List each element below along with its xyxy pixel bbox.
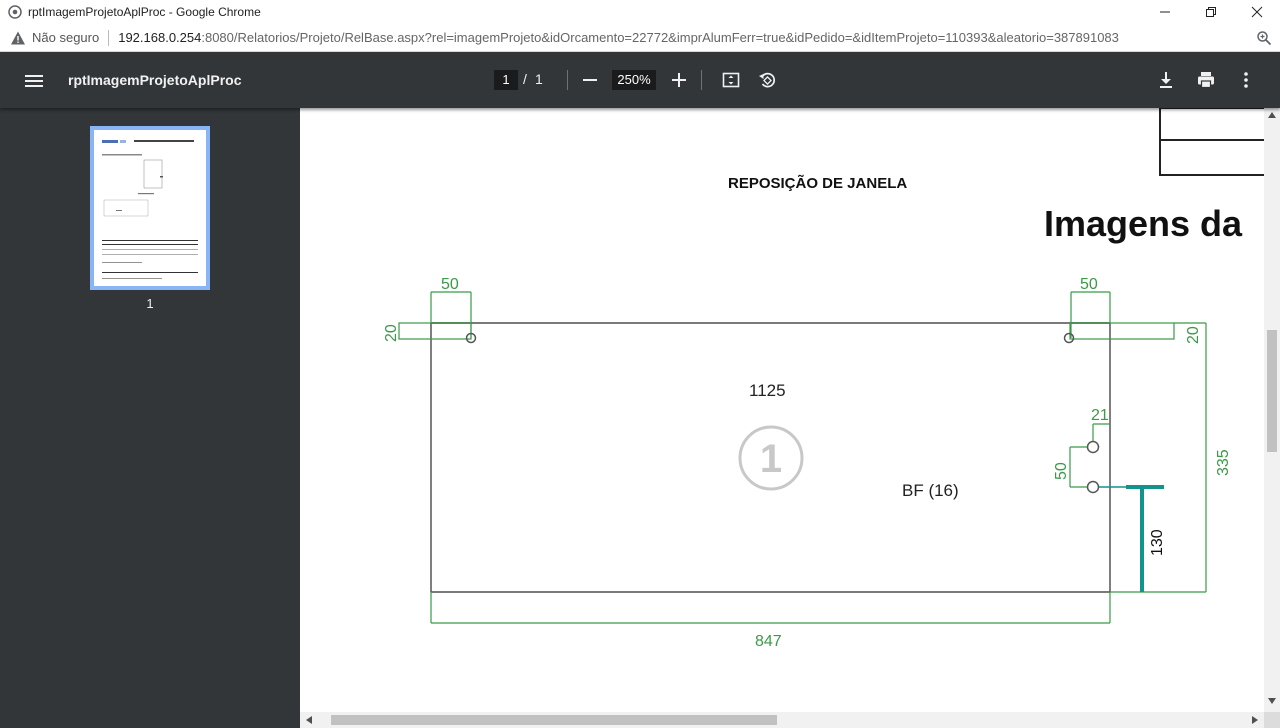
url-path: :8080/Relatorios/Projeto/RelBase.aspx?re… [201,30,1119,45]
chrome-favicon-icon [8,5,22,19]
header-box [1159,108,1264,176]
hole-right-upper [1086,440,1100,454]
document-title: rptImagemProjetoAplProc [68,72,242,88]
technical-drawing: REPOSIÇÃO DE JANELA Imagens da 50 20 50 … [383,108,1264,650]
images-heading: Imagens da [1044,203,1243,244]
toolbar-divider [567,70,568,90]
dim-right-20: 20 [1185,326,1202,344]
dim-130: 130 [1149,529,1166,556]
thumbnail-page-number: 1 [146,296,154,311]
restore-button[interactable] [1188,0,1234,24]
restore-icon [1206,7,1216,17]
window-controls [1142,0,1280,24]
pdf-page: REPOSIÇÃO DE JANELA Imagens da 50 20 50 … [300,108,1264,712]
hole-top-right [1063,332,1075,344]
dim-335: 335 [1215,449,1232,476]
zoom-in-icon[interactable] [669,70,689,90]
page-number-input[interactable]: 1 [494,70,518,90]
thumbnail-preview [94,130,206,286]
dim-left-20: 20 [383,324,400,342]
scroll-left-arrow-icon[interactable] [306,716,312,724]
dim-top-right: 50 [1080,276,1098,293]
drawing-heading: REPOSIÇÃO DE JANELA [728,174,907,192]
close-window-button[interactable] [1234,0,1280,24]
address-separator [108,29,110,46]
scrollbar-corner [1264,712,1280,728]
address-bar[interactable]: Não seguro 192.168.0.254:8080/Relatorios… [0,24,1280,52]
horizontal-scrollbar[interactable] [300,712,1264,728]
zoom-level-input[interactable]: 250% [612,70,656,90]
dim-21: 21 [1091,407,1109,424]
zoom-out-icon[interactable] [580,70,600,90]
warning-icon[interactable] [10,30,26,46]
pdf-toolbar: rptImagemProjetoAplProc 1 / 1 250% [0,52,1280,108]
window-titlebar: rptImagemProjetoAplProc - Google Chrome [0,0,1280,24]
pdf-viewer[interactable]: REPOSIÇÃO DE JANELA Imagens da 50 20 50 … [300,108,1264,712]
dim-top-left: 50 [441,276,459,293]
page-thumbnail[interactable] [90,126,210,290]
fit-to-page-icon[interactable] [721,70,741,90]
url-text[interactable]: 192.168.0.254:8080/Relatorios/Projeto/Re… [118,30,1119,45]
window-title: rptImagemProjetoAplProc - Google Chrome [28,5,261,19]
hamburger-menu-icon[interactable] [22,69,46,93]
piece-number: 1 [760,437,782,481]
minimize-button[interactable] [1142,0,1188,24]
hole-right-lower [1086,480,1100,494]
page-separator: / [523,71,527,87]
horizontal-scroll-thumb[interactable] [331,715,777,725]
bf-label: BF (16) [902,481,959,500]
dim-847: 847 [755,633,782,650]
vertical-scrollbar[interactable] [1264,108,1280,712]
print-icon[interactable] [1196,70,1216,90]
dim-50-vertical: 50 [1053,462,1070,480]
page-total: 1 [535,71,543,87]
download-icon[interactable] [1156,70,1176,90]
scroll-down-arrow-icon[interactable] [1268,698,1276,704]
minimize-icon [1160,11,1170,13]
toolbar-divider [701,70,702,90]
thumbnail-sidebar: 1 [0,108,300,728]
scroll-up-arrow-icon[interactable] [1268,112,1276,118]
vertical-scroll-thumb[interactable] [1267,330,1277,452]
left-tab [398,322,472,340]
zoom-magnifier-icon[interactable] [1256,30,1272,46]
dim-width-label: 1125 [749,381,786,400]
more-options-icon[interactable] [1236,70,1256,90]
security-label[interactable]: Não seguro [32,30,99,45]
url-host: 192.168.0.254 [118,30,202,45]
rotate-icon[interactable] [757,70,777,90]
scroll-right-arrow-icon[interactable] [1252,716,1258,724]
right-tab [1069,322,1175,340]
close-icon [1251,6,1263,18]
